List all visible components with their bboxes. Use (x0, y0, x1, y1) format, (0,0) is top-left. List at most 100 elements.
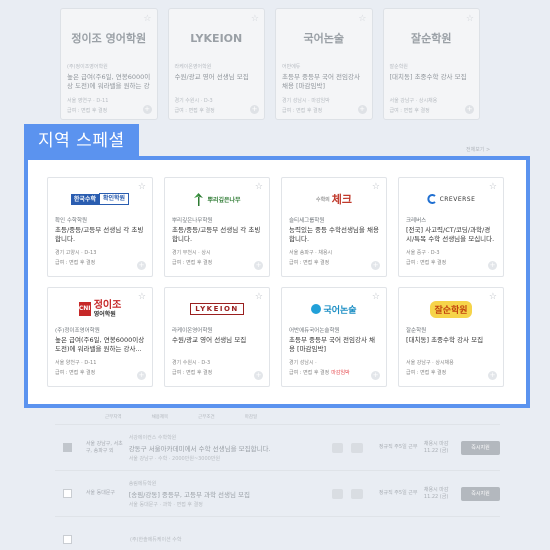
star-icon[interactable]: ☆ (358, 14, 366, 24)
star-icon[interactable]: ☆ (255, 292, 263, 302)
job-card[interactable]: ☆ 한국수학 확인학원 확인 수학학원 초등/중등/고등부 선생님 각 초빙합니다… (47, 177, 153, 277)
region-special-title: 지역 스페셜 (24, 124, 139, 158)
job-title[interactable]: 초등/중등/고등부 선생님 각 초빙합니다. (172, 226, 262, 244)
academy-name: 라케이온영어학원 (172, 328, 213, 334)
job-title[interactable]: 초등/중등/고등부 선생님 각 초빙합니다. (55, 226, 145, 244)
plus-icon[interactable]: + (357, 105, 367, 114)
row-checkbox[interactable] (63, 535, 72, 544)
row-title[interactable]: [송림/강동] 중등부, 고등부 과학 선생님 모집 (129, 489, 324, 499)
academy-name: 뿌리깊은나무학원 (172, 218, 213, 224)
star-icon[interactable]: ☆ (466, 14, 474, 24)
column-header: 채용제목 (151, 415, 169, 420)
plus-icon[interactable]: + (488, 261, 497, 270)
academy-logo: LYKEION (172, 294, 262, 324)
bg-card-logo: 국어논술 (303, 32, 344, 45)
star-icon[interactable]: ☆ (138, 182, 146, 192)
plus-icon[interactable]: + (250, 105, 259, 114)
job-card[interactable]: ☆ 국어논술 어반에듀국어논술학원 초등부 중등부 국어 전임강사 채용 [마감… (281, 287, 387, 387)
job-card[interactable]: ☆ 뿌리깊은나무 뿌리깊은나무학원 초등/중등/고등부 선생님 각 초빙합니다.… (164, 177, 270, 277)
star-icon[interactable]: ☆ (372, 182, 380, 192)
job-card[interactable]: ☆ CREVERSE 크레버스 [전국] 사고력/CT/코딩/과학/경시/특목 … (398, 177, 504, 277)
row-body: 송림에듀학원 [송림/강동] 중등부, 고등부 과학 선생님 모집 서울 동대문… (129, 480, 324, 508)
star-icon[interactable]: ☆ (255, 182, 263, 192)
logo-text: CNI (78, 302, 91, 316)
job-card[interactable]: ☆ LYKEION 라케이온영어학원 수원/광교 영어 선생님 모집 경기 수원… (164, 287, 270, 387)
job-meta: 서울 송파구 · 채용시 (289, 250, 333, 256)
share-icon[interactable] (351, 442, 363, 453)
row-checkbox[interactable] (63, 443, 72, 452)
plus-icon[interactable]: + (142, 105, 152, 114)
star-icon[interactable]: ☆ (251, 14, 259, 24)
plus-icon[interactable]: + (137, 371, 146, 380)
background-card-row: ☆ 정이조 영어학원 (주)정이조영어학원 높은 급여(주6일, 연봉6000이… (60, 8, 480, 120)
job-card[interactable]: ☆ 잘순학원 잘순학원 [대치동] 초중수학 강사 모집 서울 강남구 · 상시… (398, 287, 504, 387)
bg-card-meta: 서울 강남구 · 상시채용 (389, 98, 438, 104)
bg-card-meta: 서울 영연구 · D-11 (67, 98, 109, 104)
academy-logo: CREVERSE (406, 184, 496, 214)
bg-card[interactable]: ☆ 국어논술 어반에듀 초등부 중등부 국어 전임강사 채용 [마감임박] 경기… (275, 8, 373, 120)
logo-text: 뿌리깊은나무 (207, 196, 241, 204)
star-icon[interactable]: ☆ (372, 292, 380, 302)
table-row[interactable]: (주)한솔에듀케이션 수학 (55, 516, 500, 550)
bg-card[interactable]: ☆ 정이조 영어학원 (주)정이조영어학원 높은 급여(주6일, 연봉6000이… (60, 8, 158, 120)
bg-card-title: 수원/광교 영어 선생님 모집 (174, 73, 249, 81)
pay-text: 급여 : 면접 후 결정 (172, 260, 213, 266)
academy-name: 확인 수학학원 (55, 218, 88, 224)
job-card[interactable]: ☆ CNI 정이조 영어학원 (주)정이조영어학원 높은 급여(주6일, 연봉60… (47, 287, 153, 387)
bg-card-meta: 경기 성남시 · 마감임박 (282, 98, 330, 104)
logo-text: 체크 (331, 193, 353, 206)
star-icon[interactable]: ☆ (489, 182, 497, 192)
pay-text: 급여 : 면접 후 결정 (289, 260, 330, 266)
row-location: 서울 강남구, 서초구, 송파구 외 (85, 440, 123, 454)
bg-card-pay: 급여 : 면접 후 결정 (282, 108, 323, 114)
row-sub: 서울 동대문구 · 과학 · 면접 후 결정 (128, 501, 203, 508)
plus-icon[interactable]: + (254, 261, 263, 270)
job-meta: 경기 성남시 · (289, 360, 317, 366)
academy-logo: 잘순학원 (406, 294, 496, 324)
share-icon[interactable] (351, 488, 363, 499)
pay-text: 급여 : 면접 후 결정 (172, 370, 213, 376)
bg-card-pay: 급여 : 면접 후 결정 (174, 108, 215, 114)
row-condition: 정규직 주5일 근무 (378, 490, 418, 496)
job-title[interactable]: 초등부 중등부 국어 전임강사 채용 [마감임박] (289, 336, 379, 354)
view-all-link[interactable]: 전체보기 > (466, 146, 490, 153)
job-title[interactable]: [전국] 사고력/CT/코딩/과학/경시/특목 수학 선생님을 모십니다. (406, 226, 496, 244)
bookmark-icon[interactable] (331, 442, 344, 453)
bg-card[interactable]: ☆ 잘순학원 잘순학원 [대치동] 초중수학 강사 모집 서울 강남구 · 상시… (382, 8, 480, 120)
job-title[interactable]: 수원/광교 영어 선생님 모집 (172, 336, 262, 354)
row-org: 서강에이컨스 수학학원 (128, 434, 177, 441)
star-icon[interactable]: ☆ (138, 292, 146, 302)
academy-name: (주)정이조영어학원 (55, 328, 100, 334)
bg-card[interactable]: ☆ LYKEION 라케이온영어학원 수원/광교 영어 선생님 모집 경기 수원… (167, 8, 265, 120)
job-title[interactable]: 능력있는 중등 수학선생님을 채용합니다. (289, 226, 379, 244)
job-meta: 경기 고양시 · D-13 (55, 250, 97, 256)
job-title[interactable]: 높은 급여(주6일, 연봉6000이상 도전)에 워라밸을 원하는 강사... (55, 336, 145, 354)
apply-button[interactable]: 즉시지원 (461, 440, 500, 455)
job-pay: 급여 : 면접 후 결정 (55, 369, 145, 376)
academy-name: 잘순학원 (406, 328, 427, 334)
academy-logo: CNI 정이조 영어학원 (55, 294, 145, 324)
row-title[interactable]: 강동구 서울아카데미에서 수학 선생님을 모집합니다. (129, 443, 324, 453)
plus-icon[interactable]: + (371, 261, 380, 270)
plus-icon[interactable]: + (371, 371, 380, 380)
academy-logo: 국어논술 (289, 294, 379, 324)
job-pay: 급여 : 면접 후 결정 (55, 259, 145, 266)
bookmark-icon[interactable] (331, 488, 344, 499)
logo-text: CREVERSE (439, 195, 476, 203)
job-card[interactable]: ☆ 수학의 체크 슬티세그룹학원 능력있는 중등 수학선생님을 채용합니다. 서울… (281, 177, 387, 277)
plus-icon[interactable]: + (254, 371, 263, 380)
row-checkbox[interactable] (63, 489, 72, 498)
plus-icon[interactable]: + (137, 261, 146, 270)
bg-card-org: 어반에듀 (282, 64, 301, 70)
job-pay: 급여 : 면접 후 결정 (172, 369, 262, 376)
plus-icon[interactable]: + (488, 371, 497, 380)
job-table: 근무지역 채용제목 근무조건 마감일 서울 강남구, 서초구, 송파구 외 서강… (55, 414, 500, 550)
row-org: (주)한솔에듀케이션 수학 (130, 537, 182, 543)
table-row[interactable]: 서울 강남구, 서초구, 송파구 외 서강에이컨스 수학학원 강동구 서울아카데… (55, 424, 500, 470)
star-icon[interactable]: ☆ (143, 14, 151, 24)
star-icon[interactable]: ☆ (489, 292, 497, 302)
table-row[interactable]: 서울 동대문구 송림에듀학원 [송림/강동] 중등부, 고등부 과학 선생님 모… (55, 470, 500, 516)
job-title[interactable]: [대치동] 초중수학 강사 모집 (406, 336, 496, 354)
apply-button[interactable]: 즉시지원 (461, 486, 500, 501)
plus-icon[interactable]: + (465, 105, 474, 114)
